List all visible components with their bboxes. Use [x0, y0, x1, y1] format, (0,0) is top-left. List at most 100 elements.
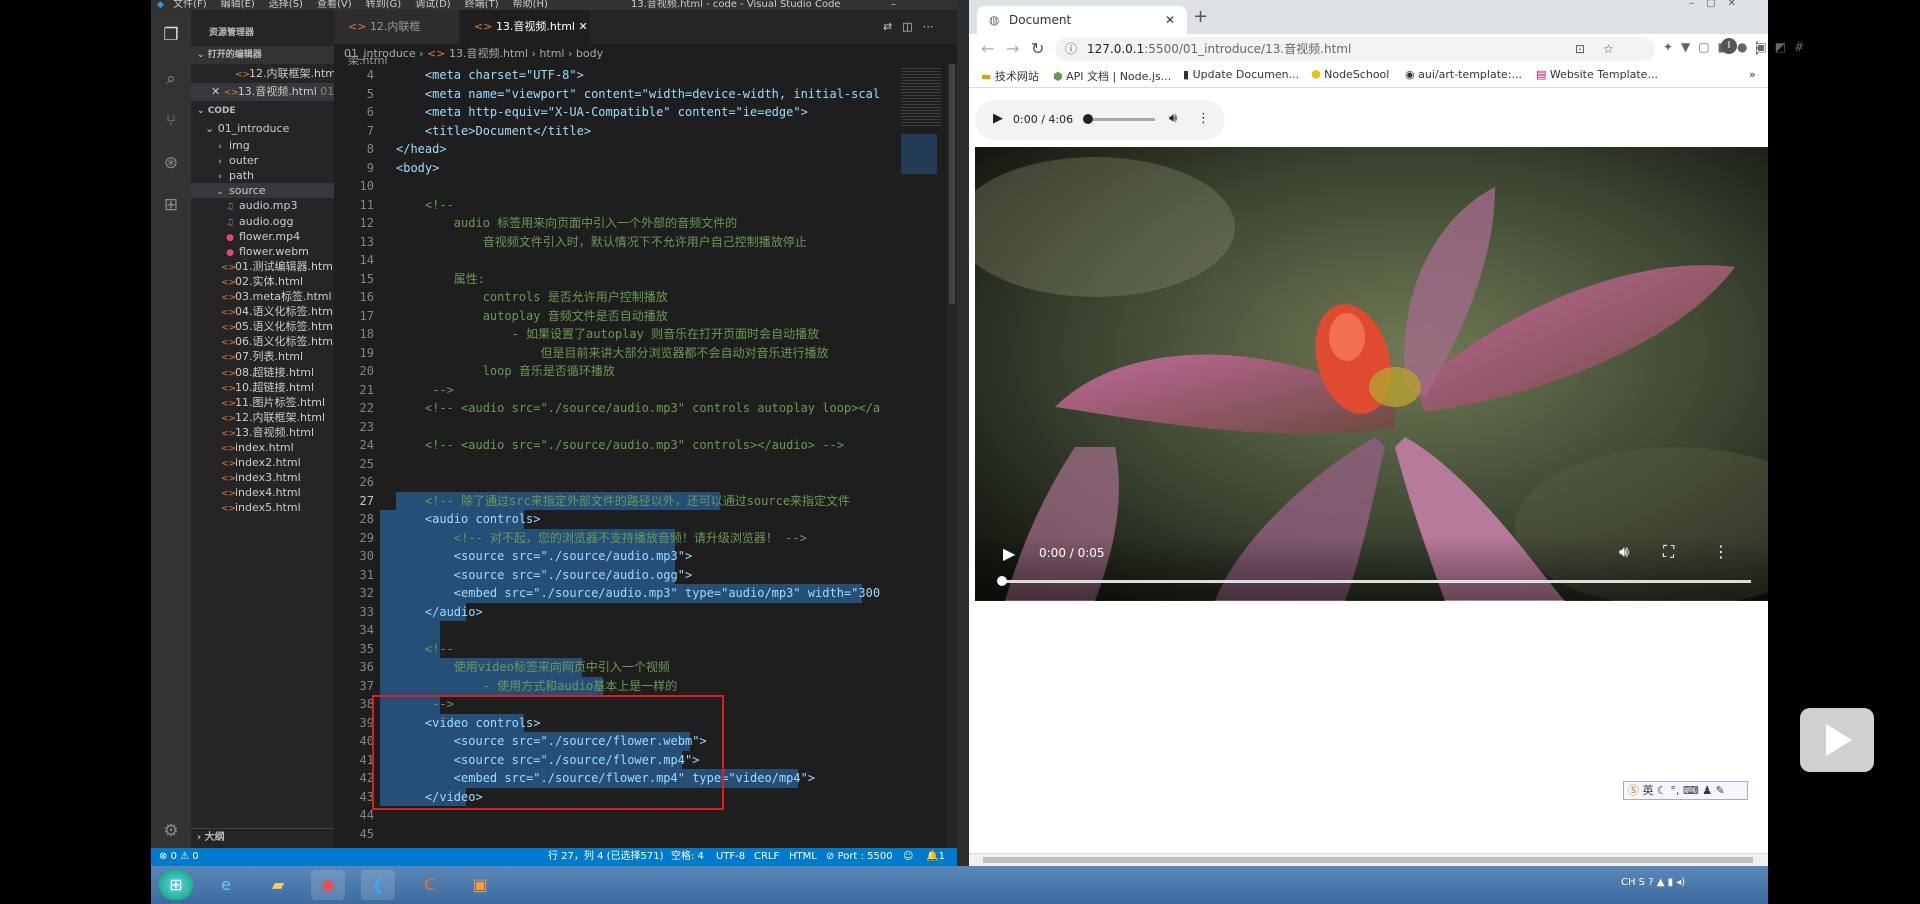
problems-count[interactable]: ⊗ 0 ⚠ 0: [159, 848, 199, 866]
window-controls[interactable]: –▢✕: [1689, 0, 1748, 9]
video-overlay-play-icon[interactable]: [1800, 708, 1874, 772]
bookmark-item[interactable]: ▬ 技术网站: [981, 68, 1039, 84]
audio-seek-bar[interactable]: [1083, 114, 1155, 124]
menu-item[interactable]: 文件(F): [173, 0, 207, 10]
tree-item[interactable]: ♫ audio.mp3: [191, 198, 334, 213]
tree-item[interactable]: ⌄ source: [191, 183, 334, 199]
language-mode[interactable]: HTML: [789, 848, 817, 866]
more-menu-icon[interactable]: ⋮: [1749, 38, 1765, 57]
encoding[interactable]: UTF-8: [716, 848, 745, 866]
tree-item[interactable]: <>03.meta标签.html: [191, 289, 334, 304]
menu-item[interactable]: 转到(G): [366, 0, 402, 10]
cursor-position[interactable]: 行 27，列 4 (已选择571): [548, 848, 664, 866]
menu-item[interactable]: 编辑(E): [221, 0, 255, 10]
menu-item[interactable]: 调试(D): [415, 0, 451, 10]
settings-gear-icon[interactable]: ⚙: [160, 820, 182, 842]
browser-tab[interactable]: ◍ Document ✕: [977, 6, 1187, 34]
search-icon[interactable]: ⌕: [160, 68, 182, 90]
audio-player[interactable]: ▶ 0:00 / 4:06 🔊︎ ⋮: [975, 100, 1225, 140]
indent-spaces[interactable]: 空格: 4: [671, 848, 704, 866]
menu-item[interactable]: 终端(T): [465, 0, 499, 10]
chrome-taskbar-icon[interactable]: ◉: [311, 870, 345, 900]
tree-item[interactable]: › outer: [191, 153, 334, 168]
translate-icon[interactable]: ⊡: [1575, 37, 1585, 61]
editor-scrollbar[interactable]: [947, 64, 957, 848]
ie-icon[interactable]: e: [209, 870, 243, 900]
tree-item[interactable]: <>01.测试编辑器.html: [191, 259, 334, 274]
tree-item[interactable]: › path: [191, 168, 334, 183]
tree-item[interactable]: <>12.内联框架.html: [191, 410, 334, 425]
app-taskbar-icon[interactable]: C: [413, 870, 447, 900]
live-server-port[interactable]: ⊘ Port : 5500: [826, 848, 893, 866]
menu-item[interactable]: 帮助(H): [513, 0, 548, 10]
video-player[interactable]: [975, 147, 1768, 601]
close-icon[interactable]: ✕: [578, 20, 587, 33]
tree-item[interactable]: <>index5.html: [191, 500, 334, 515]
feedback-icon[interactable]: ☺: [903, 848, 913, 866]
tree-item[interactable]: <>04.语义化标签.html: [191, 304, 334, 319]
tree-item[interactable]: <>05.语义化标签.html: [191, 319, 334, 334]
bookmark-item[interactable]: ◉ aui/art-template:...: [1405, 68, 1522, 81]
tree-item[interactable]: <>13.音视频.html: [191, 425, 334, 440]
close-tab-icon[interactable]: ✕: [1165, 6, 1175, 34]
bookmark-item[interactable]: ▮ Update Documen...: [1183, 68, 1299, 81]
ime-toolbar[interactable]: Ⓢ 英 ☾ °, ⌨ ♟ ✎: [1623, 781, 1748, 800]
breadcrumb[interactable]: 01_introduce › <> 13.音视频.html › html › b…: [334, 44, 957, 64]
explorer-icon[interactable]: ❐: [160, 24, 182, 46]
debug-icon[interactable]: ⊛: [160, 152, 182, 174]
open-editor-item[interactable]: <>12.内联框架.html ...: [191, 65, 334, 83]
video-more-icon[interactable]: ⋮: [1713, 542, 1729, 561]
new-tab-icon[interactable]: +: [1193, 6, 1208, 27]
tree-item[interactable]: <>10.超链接.html: [191, 380, 334, 395]
minimap[interactable]: [897, 64, 947, 848]
extension-icons[interactable]: ✦▼▢◧●▣◩#: [1663, 40, 1812, 54]
volume-icon[interactable]: 🔊︎: [1169, 111, 1177, 126]
tree-item[interactable]: <>index3.html: [191, 470, 334, 485]
tree-item[interactable]: <>index2.html: [191, 455, 334, 470]
start-button-icon[interactable]: ⊞: [159, 870, 193, 900]
tree-item[interactable]: <>11.图片标签.html: [191, 395, 334, 410]
explorer-folder-icon[interactable]: ▰: [261, 870, 295, 900]
menu-item[interactable]: 查看(V): [317, 0, 352, 10]
tree-item[interactable]: <>index4.html: [191, 485, 334, 500]
more-bookmarks-icon[interactable]: »: [1749, 68, 1756, 81]
tree-item[interactable]: <>06.语义化标签.html: [191, 334, 334, 349]
bookmark-item[interactable]: ▤ Website Template...: [1536, 68, 1658, 81]
video-seek-bar[interactable]: [997, 576, 1751, 586]
tree-item[interactable]: ♫ audio.ogg: [191, 214, 334, 229]
address-bar[interactable]: ⓘ 127.0.0.1:5500/01_introduce/13.音视频.htm…: [1055, 37, 1655, 61]
profile-avatar[interactable]: I: [1721, 38, 1737, 54]
tree-item[interactable]: <>08.超链接.html: [191, 365, 334, 380]
workspace-header[interactable]: ⌄ CODE: [191, 102, 334, 120]
app2-taskbar-icon[interactable]: ▣: [463, 870, 497, 900]
bookmark-star-icon[interactable]: ☆: [1603, 37, 1614, 61]
notifications-bell-icon[interactable]: 🔔1: [926, 848, 945, 866]
close-icon[interactable]: ✕: [211, 85, 224, 98]
forward-icon[interactable]: →: [1006, 39, 1019, 58]
tab-13-active[interactable]: <> 13.音视频.html ✕: [460, 10, 590, 44]
open-editor-item-active[interactable]: ✕ <>13.音视频.html 01…: [191, 83, 334, 101]
source-control-icon[interactable]: ⑂: [160, 110, 182, 132]
menu-bar[interactable]: 文件(F) 编辑(E) 选择(S) 查看(V) 转到(G) 调试(D) 终端(T) 帮助(H): [173, 0, 562, 10]
bookmark-item[interactable]: ⬢ API 文档 | Node.js...: [1053, 68, 1171, 84]
extensions-icon[interactable]: ⊞: [160, 194, 182, 216]
folder-root[interactable]: ⌄ 01_introduce: [191, 120, 334, 138]
bookmark-item[interactable]: ⬢ NodeSchool: [1311, 68, 1389, 81]
horizontal-scrollbar[interactable]: [969, 853, 1768, 866]
volume-icon[interactable]: 🔊︎: [1619, 542, 1629, 562]
tree-item[interactable]: <>index.html: [191, 440, 334, 455]
menu-item[interactable]: 选择(S): [269, 0, 303, 10]
play-icon[interactable]: ▶: [1003, 544, 1015, 563]
window-controls[interactable]: –▢✕: [891, 0, 957, 10]
tree-item[interactable]: <>07.列表.html: [191, 349, 334, 364]
tree-item[interactable]: <>02.实体.html: [191, 274, 334, 289]
code-editor[interactable]: 4 <meta charset="UTF-8"> 5 <meta name="vi…: [334, 64, 957, 848]
back-icon[interactable]: ←: [981, 39, 994, 58]
open-editors-header[interactable]: ⌄ 打开的编辑器: [191, 46, 334, 64]
fullscreen-icon[interactable]: ⛶: [1663, 542, 1674, 562]
system-tray[interactable]: CH S ? ▲ ▮ ◂): [1621, 877, 1685, 888]
outline-header[interactable]: › 大纲: [191, 828, 334, 846]
vscode-taskbar-icon[interactable]: ❮: [361, 870, 395, 900]
eol[interactable]: CRLF: [754, 848, 779, 866]
tree-item[interactable]: ● flower.webm: [191, 244, 334, 259]
